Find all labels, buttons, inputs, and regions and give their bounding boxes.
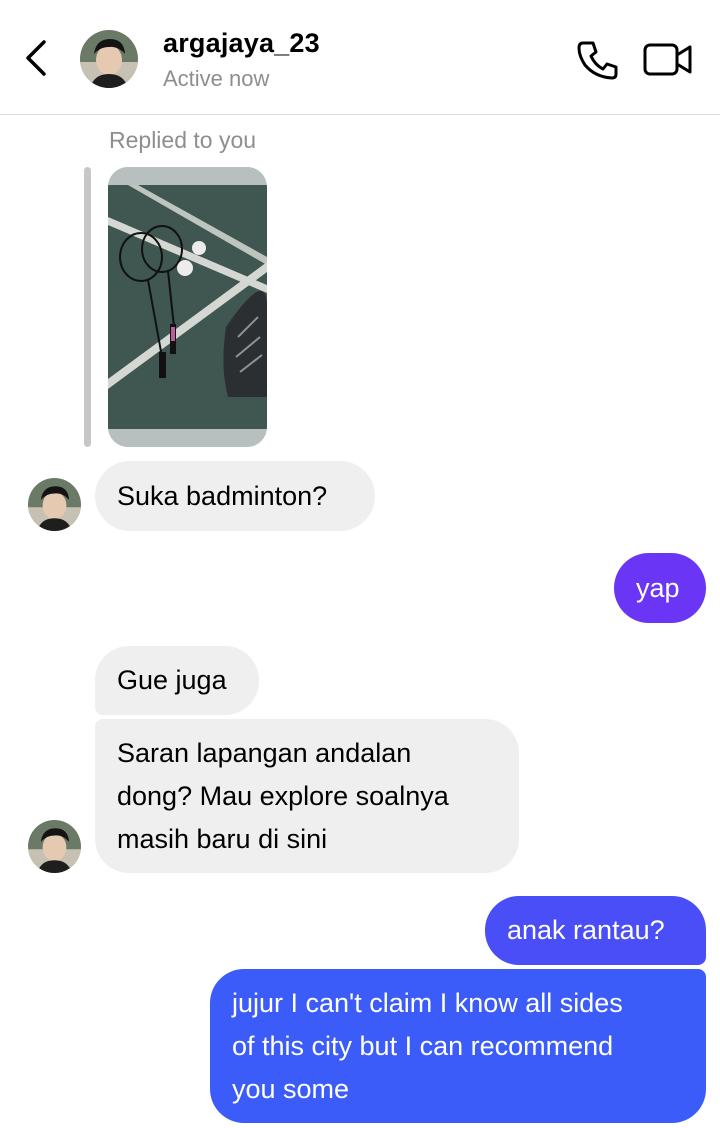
sender-avatar[interactable] <box>28 820 81 873</box>
outgoing-message[interactable]: yap <box>614 553 706 623</box>
chat-username[interactable]: argajaya_23 <box>163 28 320 59</box>
incoming-message[interactable]: Gue juga <box>95 646 259 715</box>
audio-call-button[interactable] <box>574 38 620 82</box>
message-line: of this city but I can recommend <box>232 1031 614 1061</box>
video-call-button[interactable] <box>642 40 694 80</box>
chat-header: argajaya_23 Active now <box>0 0 720 115</box>
message-line: you some <box>232 1074 350 1104</box>
message-line: dong? Mau explore soalnya <box>117 781 449 811</box>
back-chevron-icon <box>26 40 46 76</box>
replied-to-you-label: Replied to you <box>109 127 257 153</box>
video-camera-icon <box>643 43 692 76</box>
message-line: masih baru di sini <box>117 824 328 854</box>
header-avatar[interactable] <box>80 30 138 88</box>
phone-icon <box>577 41 618 80</box>
replied-story-thumbnail[interactable] <box>108 167 267 447</box>
incoming-message-multiline[interactable]: Saran lapangan andalan dong? Mau explore… <box>95 719 519 873</box>
reply-indicator-bar <box>84 167 91 447</box>
incoming-message[interactable]: Suka badminton? <box>95 461 375 531</box>
outgoing-message[interactable]: anak rantau? <box>485 896 706 965</box>
back-button[interactable] <box>18 36 58 80</box>
active-status: Active now <box>163 66 270 91</box>
message-line: jujur I can't claim I know all sides <box>232 988 623 1018</box>
outgoing-message-multiline[interactable]: jujur I can't claim I know all sides of … <box>210 969 706 1123</box>
sender-avatar[interactable] <box>28 478 81 531</box>
message-line: Saran lapangan andalan <box>117 738 412 768</box>
